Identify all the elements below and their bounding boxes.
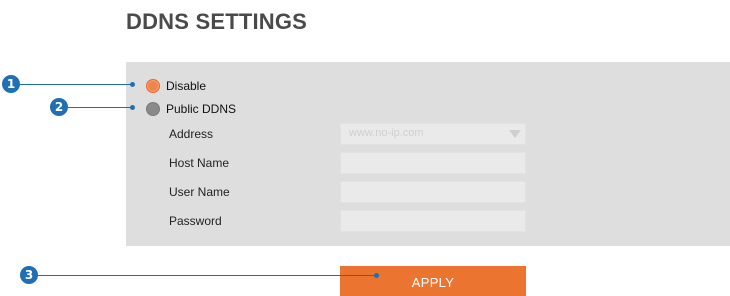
radio-label-public-ddns: Public DDNS bbox=[166, 102, 237, 116]
apply-button[interactable]: APPLY bbox=[340, 266, 526, 296]
host-name-field[interactable] bbox=[340, 152, 526, 174]
callout-line-2 bbox=[66, 107, 131, 108]
radio-option-public-ddns[interactable]: Public DDNS bbox=[146, 101, 236, 117]
host-name-label: Host Name bbox=[169, 156, 230, 170]
radio-unselected-icon[interactable] bbox=[146, 102, 160, 116]
user-name-field[interactable] bbox=[340, 181, 526, 203]
password-field[interactable] bbox=[340, 210, 526, 232]
chevron-down-icon[interactable] bbox=[509, 130, 521, 138]
address-label: Address bbox=[169, 127, 214, 141]
user-name-label: User Name bbox=[169, 185, 230, 199]
ddns-settings-page: DDNS SETTINGS Disable Public DDNS Addres… bbox=[0, 0, 730, 296]
callout-dot-2 bbox=[130, 105, 135, 110]
address-select[interactable]: www.no-ip.com bbox=[340, 123, 526, 145]
callout-line-3 bbox=[36, 275, 376, 276]
callout-line-1 bbox=[18, 84, 131, 85]
radio-label-disable: Disable bbox=[166, 79, 207, 93]
radio-option-disable[interactable]: Disable bbox=[146, 78, 206, 94]
password-label: Password bbox=[169, 214, 222, 228]
page-title: DDNS SETTINGS bbox=[126, 9, 308, 34]
callout-dot-1 bbox=[130, 82, 135, 87]
address-select-value: www.no-ip.com bbox=[349, 127, 424, 139]
callout-dot-3 bbox=[374, 273, 379, 278]
radio-selected-icon[interactable] bbox=[146, 79, 160, 93]
